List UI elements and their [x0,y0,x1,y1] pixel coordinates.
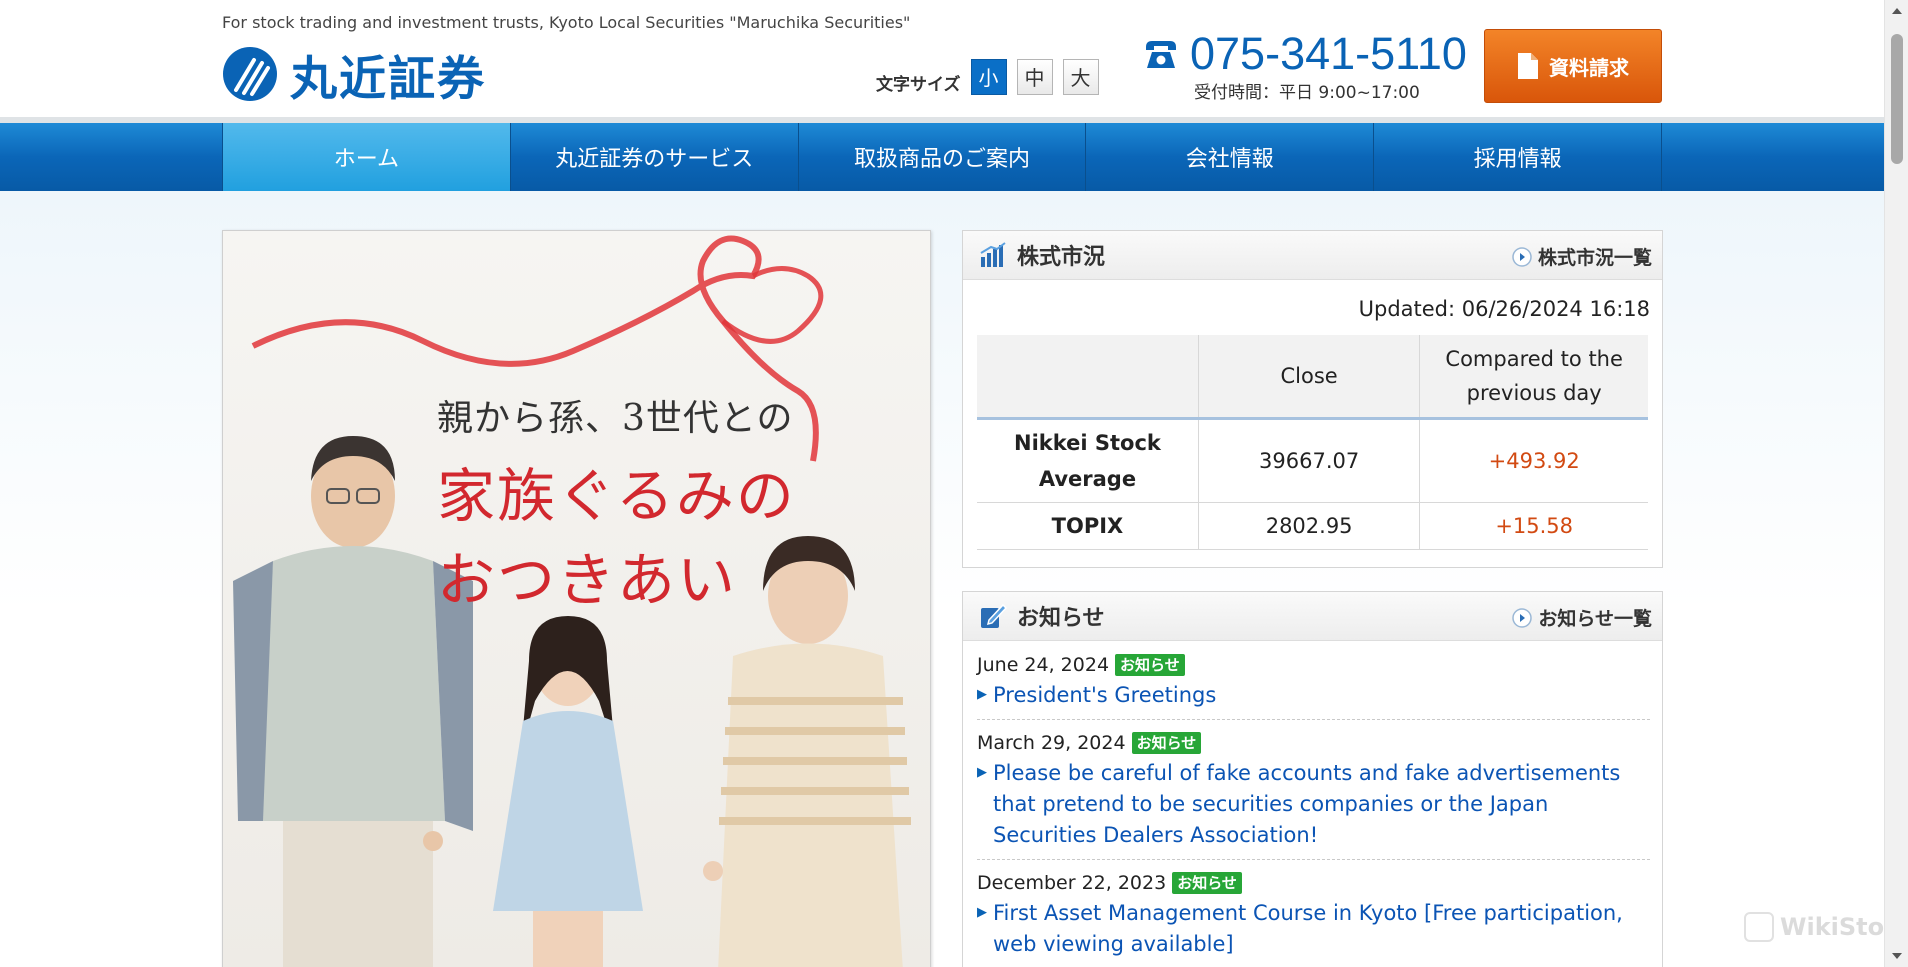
watermark: WikiStock [1744,912,1884,942]
document-icon [1518,53,1538,79]
news-badge: お知らせ [1172,872,1242,894]
caret-right-icon: ▶ [977,765,987,780]
watermark-text: WikiStock [1780,913,1884,941]
news-list-link[interactable]: お知らせ一覧 [1512,604,1652,631]
news-badge: お知らせ [1131,732,1202,754]
market-table-header: Close Compared to the previous day [977,335,1648,420]
nav-item-company[interactable]: 会社情報 [1085,123,1373,191]
caret-right-icon: ▶ [977,687,987,702]
scrollbar-thumb[interactable] [1891,34,1903,164]
watermark-logo-icon [1744,912,1774,942]
phone-contact: 075-341-5110 受付時間：平日 9:00~17:00 [1142,30,1467,103]
market-row-name: TOPIX [977,502,1199,550]
news-title-link[interactable]: First Asset Management Course in Kyoto [… [993,898,1650,960]
header-tagline: For stock trading and investment trusts,… [222,13,911,32]
market-col-change: Compared to the previous day [1419,335,1648,420]
logo-text: 丸近証券 [290,51,486,107]
site-logo[interactable]: 丸近証券 [222,44,486,107]
nav-item-services[interactable]: 丸近証券のサービス [509,123,798,191]
market-list-link-label: 株式市況一覧 [1537,247,1652,269]
list-item: June 24, 2024 お知らせ ▶ President's Greetin… [977,654,1650,720]
market-row-close: 39667.07 [1197,418,1420,503]
request-materials-label: 資料請求 [1549,55,1629,80]
business-hours: 受付時間：平日 9:00~17:00 [1194,83,1420,103]
market-col-close: Close [1197,335,1420,420]
hero-banner[interactable]: 親から孫、3世代との 家族ぐるみの おつきあい [222,230,931,967]
market-row-change: +493.92 [1419,418,1648,503]
banner-line-3: おつきあい [437,546,738,614]
market-list-link[interactable]: 株式市況一覧 [1512,243,1652,270]
market-updated-time: Updated: 06/26/2024 16:18 [1358,297,1650,321]
news-date: December 22, 2023 [977,872,1167,894]
news-badge: お知らせ [1115,654,1185,676]
site-header: For stock trading and investment trusts,… [0,0,1884,118]
news-date: June 24, 2024 [977,654,1110,676]
news-panel-header: お知らせ お知らせ一覧 [963,592,1662,641]
font-size-switcher: 文字サイズ 小 中 大 [876,58,1099,95]
bar-chart-icon [980,242,1006,267]
news-panel-title: お知らせ [1017,606,1105,631]
vertical-scrollbar[interactable] [1884,0,1908,967]
main-nav: ホーム 丸近証券のサービス 取扱商品のご案内 会社情報 採用情報 [0,123,1884,191]
market-panel-title: 株式市況 [1017,245,1106,270]
market-col-name [977,335,1199,420]
nav-item-recruit[interactable]: 採用情報 [1373,123,1662,191]
font-size-large-button[interactable]: 大 [1062,58,1099,95]
market-row-name: Nikkei Stock Average [977,418,1199,503]
market-panel-header: 株式市況 株式市況一覧 [963,231,1662,280]
pencil-note-icon [981,603,1007,628]
font-size-label: 文字サイズ [876,75,961,95]
news-panel: お知らせ お知らせ一覧 June 24, 2024 お知らせ ▶ Preside… [962,591,1663,967]
news-title-link[interactable]: Please be careful of fake accounts and f… [993,758,1650,851]
news-title-link[interactable]: President's Greetings [993,680,1216,711]
news-list: June 24, 2024 お知らせ ▶ President's Greetin… [977,654,1650,967]
market-panel: 株式市況 株式市況一覧 Updated: 06/26/2024 16:18 Cl… [962,230,1663,568]
list-item: December 22, 2023 お知らせ ▶ First Asset Man… [977,872,1650,967]
page: For stock trading and investment trusts,… [0,0,1884,967]
scroll-down-arrow-icon[interactable] [1892,953,1902,959]
phone-number[interactable]: 075-341-5110 [1190,30,1467,78]
caret-right-icon: ▶ [977,905,987,920]
nav-item-products[interactable]: 取扱商品のご案内 [797,123,1086,191]
circle-arrow-icon [1512,607,1533,628]
banner-copy: 親から孫、3世代との 家族ぐるみの おつきあい [437,389,796,617]
market-row-change: +15.58 [1419,502,1648,550]
list-item: March 29, 2024 お知らせ ▶ Please be careful … [977,732,1650,860]
news-date: March 29, 2024 [977,732,1126,754]
market-table: Close Compared to the previous day Nikke… [977,335,1648,550]
banner-line-2: 家族ぐるみの [437,462,796,530]
circle-arrow-icon [1512,246,1532,267]
request-materials-button[interactable]: 資料請求 [1484,29,1662,103]
font-size-medium-button[interactable]: 中 [1016,58,1053,95]
banner-line-1: 親から孫、3世代との [437,398,794,439]
market-row-close: 2802.95 [1197,502,1420,550]
table-row: Nikkei Stock Average 39667.07 +493.92 [977,418,1648,503]
nav-item-home[interactable]: ホーム [222,123,510,191]
font-size-small-button[interactable]: 小 [970,58,1007,95]
scroll-up-arrow-icon[interactable] [1892,8,1902,14]
logo-mark-icon [223,47,277,101]
phone-icon [1146,41,1176,68]
table-row: TOPIX 2802.95 +15.58 [977,502,1648,550]
news-list-link-label: お知らせ一覧 [1538,608,1652,630]
